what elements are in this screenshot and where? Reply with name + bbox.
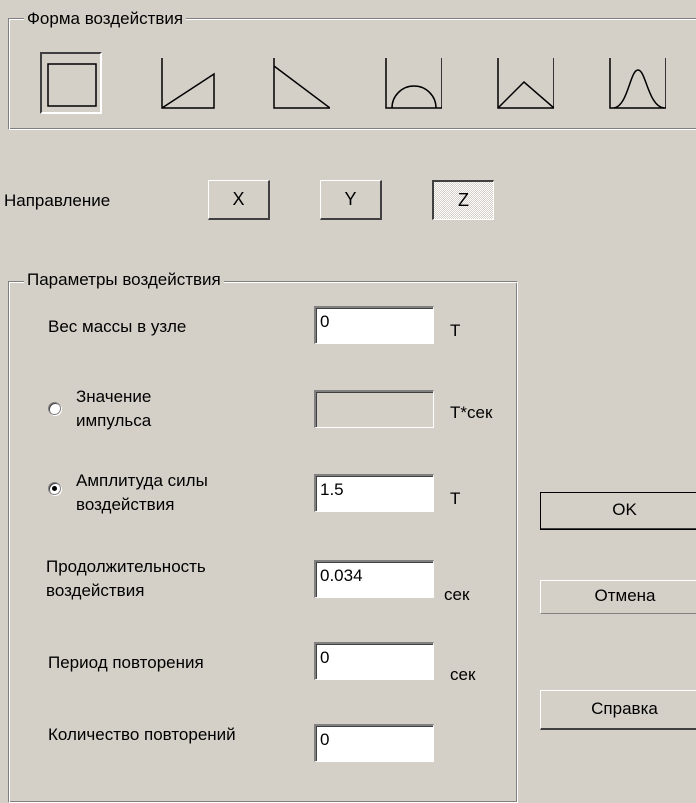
shape-button-ramp-up[interactable] (156, 52, 218, 114)
duration-input[interactable]: 0.034 (314, 560, 434, 598)
period-input[interactable]: 0 (314, 642, 434, 680)
direction-label: Направление (4, 191, 111, 210)
ramp-up-pulse-icon (161, 58, 215, 109)
impulse-label-line1: Значение (76, 387, 152, 406)
period-unit: сек (450, 665, 476, 684)
duration-label-line2: воздействия (46, 581, 145, 600)
mass-unit: Т (450, 321, 461, 340)
triangle-pulse-icon (497, 58, 554, 109)
duration-label-line1: Продолжительность (46, 557, 206, 576)
period-label: Период повторения (48, 653, 204, 672)
count-input[interactable]: 0 (314, 724, 434, 762)
shape-button-half-sine[interactable] (380, 52, 442, 114)
ok-button[interactable]: OK (540, 492, 696, 530)
direction-button-z[interactable]: Z (432, 180, 494, 220)
impulse-label-line2: импульса (76, 411, 152, 430)
count-label: Количество повторений (48, 725, 236, 744)
mass-label: Вес массы в узле (48, 317, 187, 336)
duration-unit: сек (444, 585, 470, 604)
rectangle-pulse-icon (47, 63, 97, 107)
shape-button-triangle[interactable] (492, 52, 554, 114)
shape-group-title: Форма воздействия (24, 9, 187, 29)
amplitude-unit: Т (450, 489, 461, 508)
shape-button-bell[interactable] (604, 52, 666, 114)
bell-pulse-icon (609, 58, 666, 109)
amplitude-label-line1: Амплитуда силы (76, 471, 208, 490)
impulse-input[interactable] (314, 390, 434, 428)
amplitude-input[interactable]: 1.5 (314, 474, 434, 512)
cancel-button[interactable]: Отмена (540, 580, 696, 614)
ramp-down-pulse-icon (273, 58, 330, 109)
impulse-radio[interactable] (48, 402, 61, 415)
direction-button-x[interactable]: X (208, 180, 270, 220)
direction-button-y[interactable]: Y (320, 180, 382, 220)
shape-button-rectangle[interactable] (40, 52, 102, 114)
amplitude-label-line2: воздействия (76, 495, 175, 514)
help-button[interactable]: Справка (540, 690, 696, 730)
half-sine-pulse-icon (385, 58, 442, 109)
radio-selected-dot (52, 486, 57, 491)
mass-input[interactable]: 0 (314, 306, 434, 344)
shape-button-ramp-down[interactable] (268, 52, 330, 114)
impulse-unit: Т*сек (450, 403, 493, 422)
params-group-title: Параметры воздействия (24, 270, 224, 290)
shape-groupbox (8, 18, 696, 130)
amplitude-radio[interactable] (48, 482, 61, 495)
